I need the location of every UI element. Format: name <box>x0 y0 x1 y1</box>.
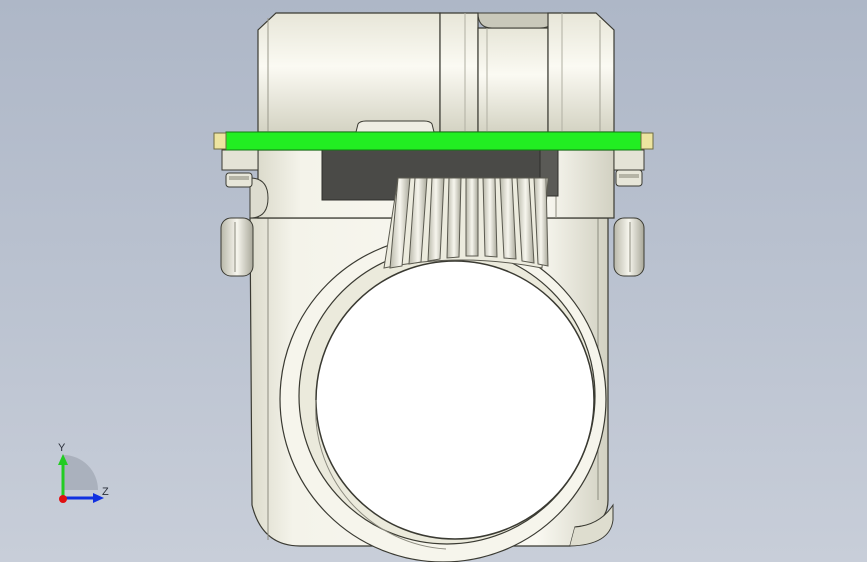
graphics-viewport[interactable]: Y Z <box>0 0 867 562</box>
x-axis-dot <box>59 495 67 503</box>
pcb-board[interactable] <box>213 131 654 151</box>
axis-triad: Y Z <box>48 440 118 512</box>
contact-pins[interactable] <box>383 177 549 269</box>
right-latch[interactable] <box>613 149 645 277</box>
z-axis-label: Z <box>102 486 109 498</box>
upper-cylinder-section[interactable] <box>257 12 615 133</box>
y-axis-label: Y <box>58 442 66 454</box>
bore-ring[interactable] <box>279 235 607 562</box>
triad-plane <box>63 455 98 490</box>
model-view[interactable] <box>0 0 867 562</box>
